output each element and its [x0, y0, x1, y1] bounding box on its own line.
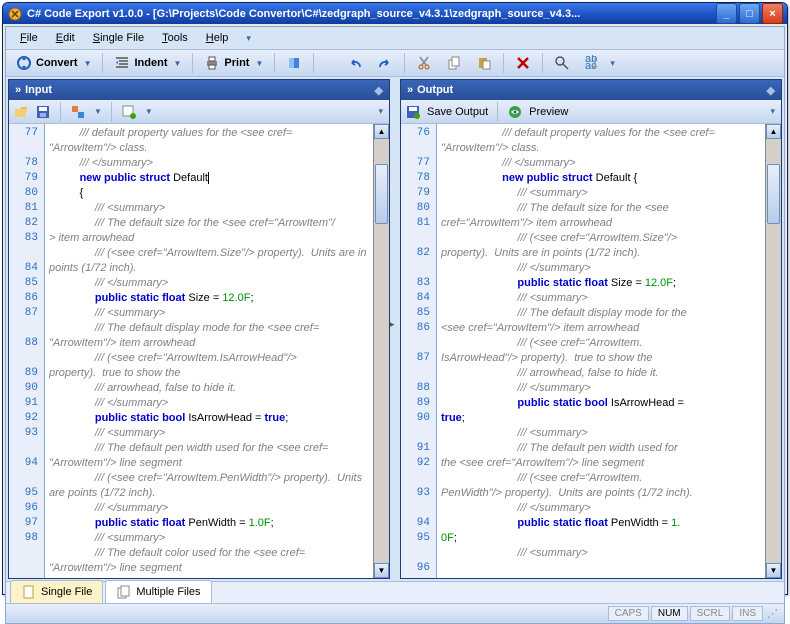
- undo-icon: [347, 55, 363, 71]
- cut-button[interactable]: [410, 53, 438, 73]
- replace-button[interactable]: abac: [578, 53, 606, 73]
- book-button[interactable]: [280, 53, 308, 73]
- open-icon[interactable]: [13, 104, 29, 120]
- replace-icon: abac: [584, 55, 600, 71]
- bottom-tabs: Single File Multiple Files: [6, 581, 784, 603]
- menu-edit[interactable]: Edit: [48, 30, 83, 46]
- indent-icon: [114, 55, 130, 71]
- indent-button[interactable]: Indent▼: [108, 53, 187, 73]
- menu-overflow[interactable]: ▾: [238, 31, 259, 46]
- print-icon: [204, 55, 220, 71]
- convert-icon: [16, 55, 32, 71]
- main-toolbar: Convert▼ Indent▼ Print▼: [6, 49, 784, 77]
- input-code[interactable]: /// default property values for the <see…: [45, 124, 373, 578]
- app-icon: [7, 6, 23, 22]
- copy-icon: [446, 55, 462, 71]
- menu-help[interactable]: Help: [198, 30, 237, 46]
- status-num: NUM: [651, 606, 688, 621]
- maximize-button[interactable]: □: [739, 3, 760, 24]
- status-ins: INS: [732, 606, 763, 621]
- toolbar-overflow[interactable]: ▾: [608, 58, 617, 69]
- convert-button[interactable]: Convert▼: [10, 53, 97, 73]
- save-icon[interactable]: [35, 104, 51, 120]
- menu-file[interactable]: File: [12, 30, 46, 46]
- minimize-button[interactable]: _: [716, 3, 737, 24]
- pane-menu-icon[interactable]: ◆: [767, 84, 775, 97]
- resize-grip-icon[interactable]: ⋰: [765, 607, 780, 620]
- input-gutter: 77 787980818283 84858687 88 8990919293 9…: [9, 124, 45, 578]
- find-button[interactable]: [548, 53, 576, 73]
- paste-button[interactable]: [470, 53, 498, 73]
- input-pane: » Input ◆ ▼ ▼ ▾ 77 787980818283 84858687…: [8, 79, 390, 579]
- undo-button[interactable]: [341, 53, 369, 73]
- paste-icon: [476, 55, 492, 71]
- output-scrollbar[interactable]: ▲▼: [765, 124, 781, 578]
- output-pane: » Output ◆ Save Output Preview ▾ 76 7778…: [400, 79, 782, 579]
- input-scrollbar[interactable]: ▲▼: [373, 124, 389, 578]
- input-code-area[interactable]: 77 787980818283 84858687 88 8990919293 9…: [9, 124, 389, 578]
- menu-tools[interactable]: Tools: [154, 30, 196, 46]
- pane-toolbar-overflow[interactable]: ▾: [768, 106, 777, 117]
- redo-button[interactable]: [371, 53, 399, 73]
- pane-menu-icon[interactable]: ◆: [375, 84, 383, 97]
- preview-icon[interactable]: [507, 104, 523, 120]
- status-caps: CAPS: [608, 606, 649, 621]
- tab-multiple-files[interactable]: Multiple Files: [105, 580, 211, 603]
- output-gutter: 76 7778798081 82 83848586 87 888990 9192…: [401, 124, 437, 578]
- print-button[interactable]: Print▼: [198, 53, 269, 73]
- options2-icon[interactable]: [121, 104, 137, 120]
- cut-icon: [416, 55, 432, 71]
- delete-button[interactable]: [509, 53, 537, 73]
- preview-label[interactable]: Preview: [529, 106, 568, 118]
- redo-icon: [377, 55, 393, 71]
- save-output-icon[interactable]: [405, 104, 421, 120]
- book-icon: [286, 55, 302, 71]
- output-toolbar: Save Output Preview ▾: [401, 100, 781, 124]
- options1-icon[interactable]: [70, 104, 86, 120]
- output-code-area[interactable]: 76 7778798081 82 83848586 87 888990 9192…: [401, 124, 781, 578]
- file-icon: [21, 584, 37, 600]
- titlebar[interactable]: C# Code Export v1.0.0 - [G:\Projects\Cod…: [3, 3, 787, 24]
- pane-toolbar-overflow[interactable]: ▾: [376, 106, 385, 117]
- menu-single-file[interactable]: Single File: [85, 30, 152, 46]
- delete-icon: [515, 55, 531, 71]
- input-toolbar: ▼ ▼ ▾: [9, 100, 389, 124]
- statusbar: CAPS NUM SCRL INS ⋰: [6, 603, 784, 623]
- input-pane-header[interactable]: » Input ◆: [9, 80, 389, 100]
- files-icon: [116, 584, 132, 600]
- output-code[interactable]: /// default property values for the <see…: [437, 124, 765, 578]
- window-title: C# Code Export v1.0.0 - [G:\Projects\Cod…: [27, 8, 716, 20]
- collapse-icon: »: [407, 84, 413, 96]
- close-button[interactable]: ×: [762, 3, 783, 24]
- status-scrl: SCRL: [690, 606, 731, 621]
- tab-single-file[interactable]: Single File: [10, 580, 103, 603]
- copy-button[interactable]: [440, 53, 468, 73]
- output-pane-header[interactable]: » Output ◆: [401, 80, 781, 100]
- collapse-icon: »: [15, 84, 21, 96]
- menubar: File Edit Single File Tools Help ▾: [6, 27, 784, 49]
- main-window: C# Code Export v1.0.0 - [G:\Projects\Cod…: [2, 2, 788, 595]
- save-output-label[interactable]: Save Output: [427, 106, 488, 118]
- splitter[interactable]: [392, 77, 398, 581]
- find-icon: [554, 55, 570, 71]
